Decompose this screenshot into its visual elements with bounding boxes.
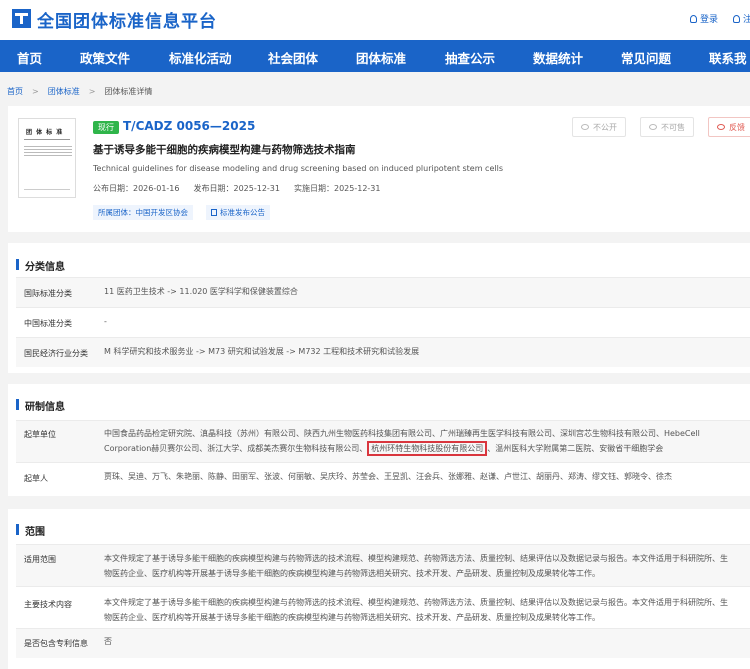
- row-label: 国民经济行业分类: [24, 349, 88, 358]
- row-value: M 科学研究和技术服务业 -> M73 研究和试验发展 -> M732 工程和技…: [104, 347, 420, 356]
- row-value-line: 本文件规定了基于诱导多能干细胞的疾病模型构建与药物筛选的技术流程、模型构建规范、…: [104, 598, 728, 607]
- status-badge: 现行: [93, 121, 119, 134]
- table-row: 起草人 贾珠、吴迪、万飞、朱艳丽、陈静、田丽军、张波、何丽敏、吴庆玲、苏莹会、王…: [16, 462, 750, 494]
- breadcrumb-current: 团体标准详情: [104, 87, 153, 96]
- user-icon: [690, 15, 697, 23]
- table-row: 起草单位 中国食品药品检定研究院、滇晶科技（苏州）有限公司、陕西九州生物医药科技…: [16, 420, 750, 462]
- site-title[interactable]: 全国团体标准信息平台: [37, 7, 217, 32]
- row-label: 主要技术内容: [24, 600, 72, 609]
- section-title-classification: 分类信息: [16, 258, 65, 273]
- row-value: 否: [104, 637, 112, 646]
- nav-item-policy[interactable]: 政策文件: [80, 48, 130, 67]
- release-date: 发布日期：2025-12-31: [193, 184, 281, 193]
- nav-item-statistics[interactable]: 数据统计: [533, 48, 583, 67]
- register-link[interactable]: 注: [733, 12, 750, 25]
- not-public-button[interactable]: 不公开: [572, 117, 626, 137]
- thumbnail-rule: [24, 189, 70, 190]
- table-row: 国民经济行业分类 M 科学研究和技术服务业 -> M73 研究和试验发展 -> …: [16, 337, 750, 367]
- standard-english-title: Technical guidelines for disease modelin…: [93, 164, 503, 173]
- highlighted-drafting-unit: 杭州环特生物科技股份有限公司: [367, 441, 488, 456]
- drafting-units-text: Corporation赫贝赛尔公司、浙江大学、成都美杰赛尔生物科技有限公司、: [104, 444, 368, 453]
- alert-icon: [717, 124, 725, 130]
- breadcrumb-home[interactable]: 首页: [7, 87, 23, 96]
- scope-card: 范围 适用范围 本文件规定了基于诱导多能干细胞的疾病模型构建与药物筛选的技术流程…: [8, 509, 750, 669]
- row-label: 起草单位: [24, 430, 56, 439]
- eye-icon: [581, 124, 589, 130]
- top-header: 全国团体标准信息平台 登录 注: [0, 0, 750, 40]
- thumbnail-text-lines: [24, 146, 72, 158]
- nav-item-home[interactable]: 首页: [17, 48, 42, 67]
- user-icon: [733, 15, 740, 23]
- not-for-sale-label: 不可售: [661, 123, 685, 132]
- row-label: 适用范围: [24, 555, 56, 564]
- login-link[interactable]: 登录: [690, 12, 718, 25]
- row-value-line: 本文件规定了基于诱导多能干细胞的疾病模型构建与药物筛选的技术流程、模型构建规范、…: [104, 554, 728, 563]
- drafters-list: 贾珠、吴迪、万飞、朱艳丽、陈静、田丽军、张波、何丽敏、吴庆玲、苏莹会、王昱凯、汪…: [104, 472, 672, 481]
- implement-date: 实施日期：2025-12-31: [294, 184, 381, 193]
- thumbnail-title: 团 体 标 准: [26, 129, 64, 136]
- table-row: 中国标准分类 -: [16, 307, 750, 337]
- classification-card: 分类信息 国际标准分类 11 医药卫生技术 -> 11.020 医学科学和保健装…: [8, 243, 750, 373]
- register-label: 注: [743, 15, 750, 25]
- organization-tag[interactable]: 所属团体：中国开发区协会: [93, 205, 193, 220]
- section-title-scope: 范围: [16, 523, 45, 538]
- standard-code: T/CADZ 0056—2025: [123, 119, 256, 133]
- release-notice-tag[interactable]: 标准发布公告: [206, 205, 270, 220]
- standard-summary-card: 团 体 标 准 现行 T/CADZ 0056—2025 基于诱导多能干细胞的疾病…: [8, 106, 750, 232]
- nav-item-faq[interactable]: 常见问题: [621, 48, 671, 67]
- table-row: 适用范围 本文件规定了基于诱导多能干细胞的疾病模型构建与药物筛选的技术流程、模型…: [16, 544, 750, 586]
- publicize-date: 公布日期：2026-01-16: [93, 184, 180, 193]
- row-label: 中国标准分类: [24, 319, 72, 328]
- row-label: 起草人: [24, 474, 48, 483]
- row-value-line: 物医药企业、医疗机构等开展基于诱导多能干细胞的疾病模型构建与药物筛选相关研究、技…: [104, 613, 600, 622]
- nav-item-activities[interactable]: 标准化活动: [169, 48, 232, 67]
- thumbnail-rule: [24, 139, 70, 140]
- drafting-units-line: Corporation赫贝赛尔公司、浙江大学、成都美杰赛尔生物科技有限公司、 杭州…: [104, 441, 664, 456]
- nav-item-contact[interactable]: 联系我: [709, 48, 747, 67]
- standard-title: 基于诱导多能干细胞的疾病模型构建与药物筛选技术指南: [93, 144, 356, 156]
- site-logo-icon[interactable]: [12, 9, 31, 28]
- table-row: 是否包含专利信息 否: [16, 628, 750, 658]
- drafting-units-line: 中国食品药品检定研究院、滇晶科技（苏州）有限公司、陕西九州生物医药科技集团有限公…: [104, 429, 700, 438]
- row-label: 国际标准分类: [24, 289, 72, 298]
- table-row: 国际标准分类 11 医药卫生技术 -> 11.020 医学科学和保健装置综合: [16, 277, 750, 307]
- nav-item-inspection[interactable]: 抽查公示: [445, 48, 495, 67]
- feedback-button[interactable]: 反馈: [708, 117, 750, 137]
- document-icon: [211, 209, 217, 216]
- row-value: -: [104, 317, 107, 326]
- standard-cover-thumbnail[interactable]: 团 体 标 准: [18, 118, 76, 198]
- login-label: 登录: [700, 15, 719, 25]
- row-label: 是否包含专利信息: [24, 639, 88, 648]
- development-card: 研制信息 起草单位 中国食品药品检定研究院、滇晶科技（苏州）有限公司、陕西九州生…: [8, 384, 750, 496]
- nav-item-organizations[interactable]: 社会团体: [268, 48, 318, 67]
- row-value: 11 医药卫生技术 -> 11.020 医学科学和保健装置综合: [104, 287, 298, 296]
- standard-dates: 公布日期：2026-01-16 发布日期：2025-12-31 实施日期：2025-…: [93, 183, 395, 194]
- cart-icon: [649, 124, 657, 130]
- drafting-units-text: 、温州医科大学附属第二医院、安徽省干细胞学会: [487, 444, 664, 453]
- table-row: 主要技术内容 本文件规定了基于诱导多能干细胞的疾病模型构建与药物筛选的技术流程、…: [16, 586, 750, 628]
- not-for-sale-button[interactable]: 不可售: [640, 117, 694, 137]
- feedback-label: 反馈: [729, 123, 745, 132]
- release-notice-label: 标准发布公告: [220, 208, 265, 217]
- breadcrumb-standards[interactable]: 团体标准: [48, 87, 80, 96]
- breadcrumb: 首页 > 团体标准 > 团体标准详情: [7, 87, 153, 96]
- nav-item-standards[interactable]: 团体标准: [356, 48, 406, 67]
- not-public-label: 不公开: [593, 123, 617, 132]
- main-nav: 首页 政策文件 标准化活动 社会团体 团体标准 抽查公示 数据统计 常见问题 联…: [0, 40, 750, 72]
- section-title-development: 研制信息: [16, 398, 65, 413]
- row-value-line: 物医药企业、医疗机构等开展基于诱导多能干细胞的疾病模型构建与药物筛选相关研究、技…: [104, 569, 600, 578]
